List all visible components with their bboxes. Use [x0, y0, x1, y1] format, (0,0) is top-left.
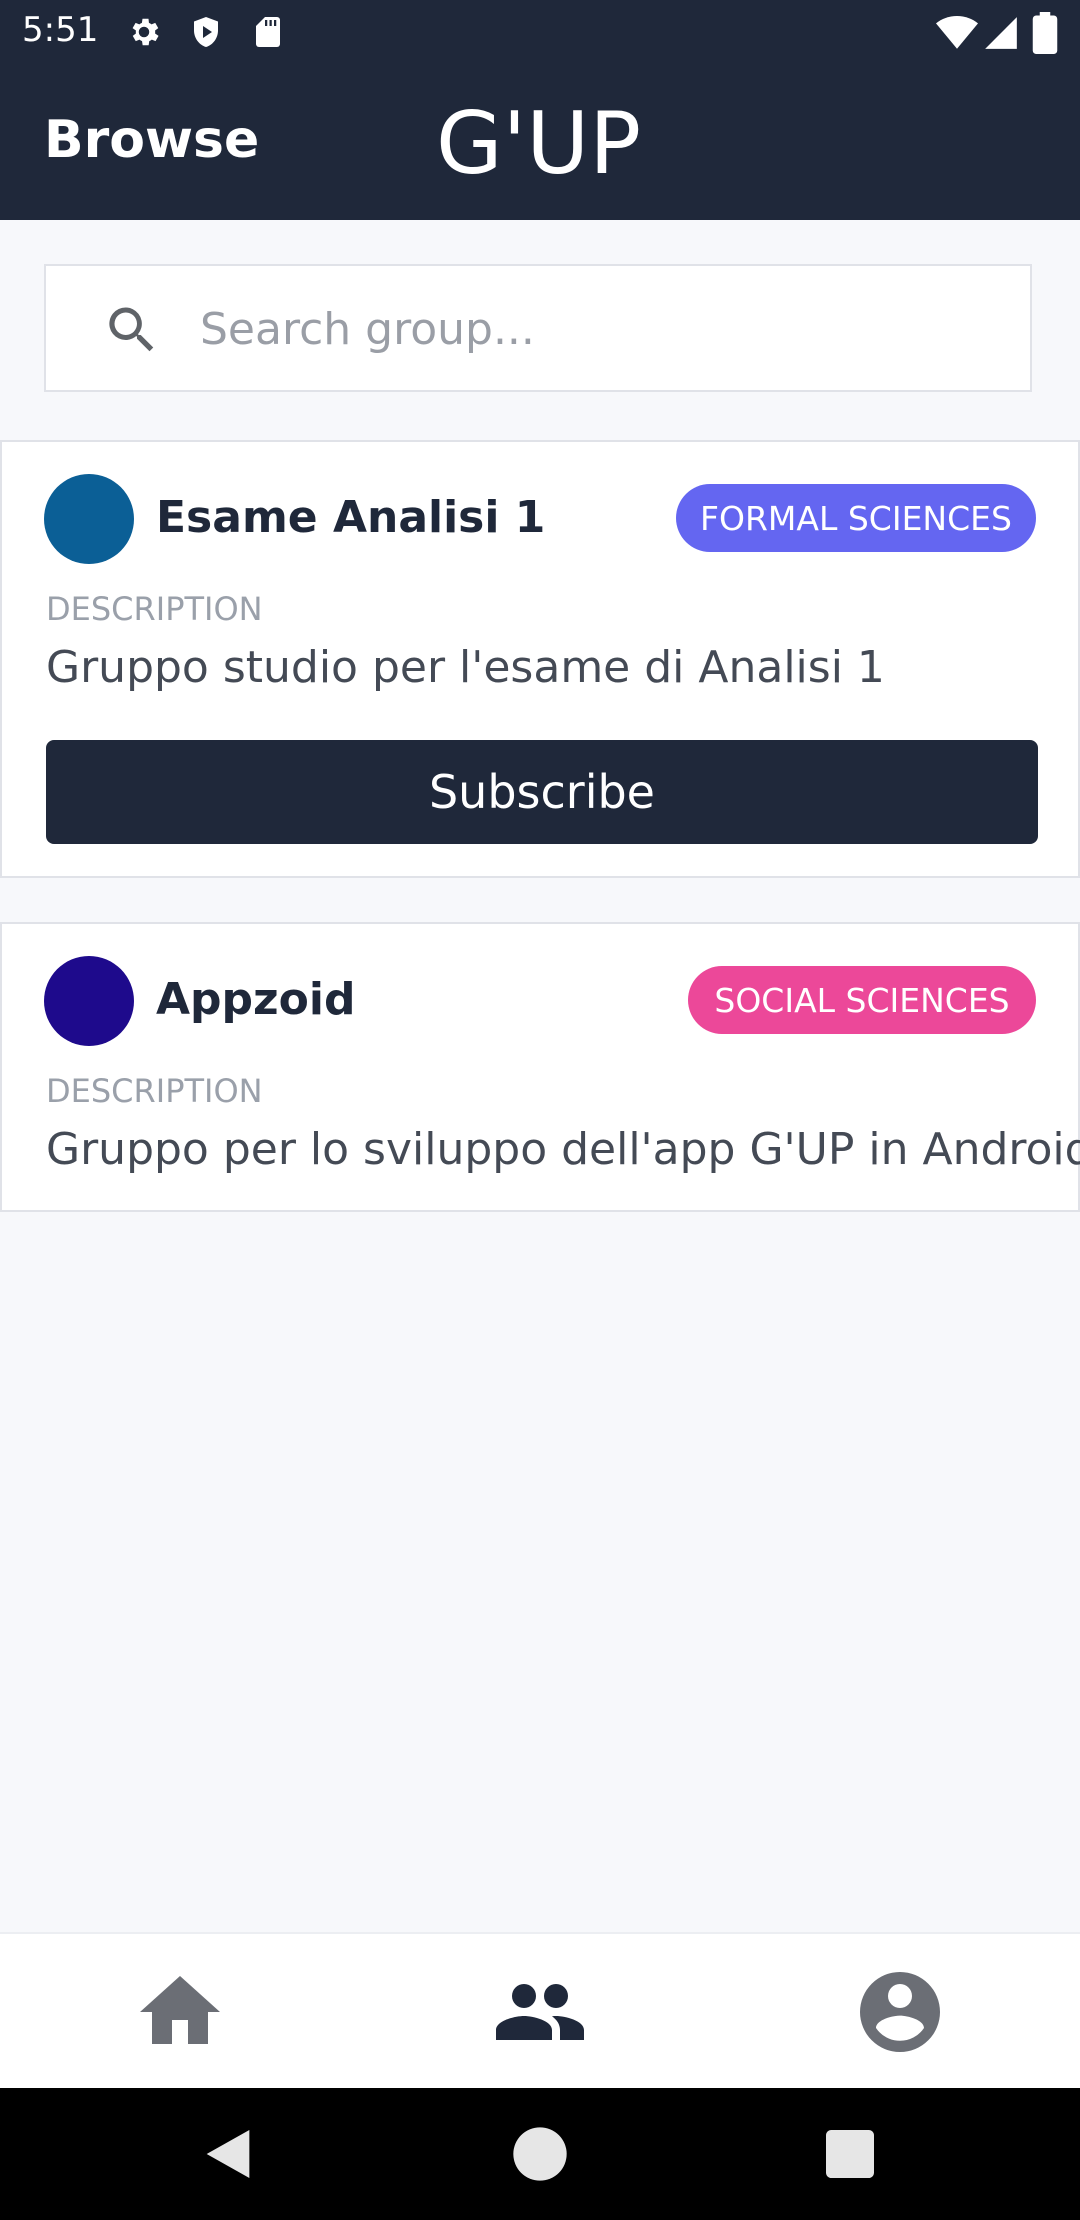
- search-bar[interactable]: [44, 264, 1032, 392]
- subscribe-button[interactable]: Subscribe: [46, 740, 1038, 844]
- group-card[interactable]: Esame Analisi 1 FORMAL SCIENCES DESCRIPT…: [0, 440, 1080, 878]
- sd-card-icon: [256, 17, 280, 47]
- battery-icon: [1032, 12, 1058, 54]
- group-description: Gruppo studio per l'esame di Analisi 1: [46, 642, 885, 693]
- groups-icon[interactable]: [492, 1964, 588, 2060]
- page-title: Browse: [44, 110, 260, 170]
- account-icon[interactable]: [852, 1964, 948, 2060]
- status-time: 5:51: [22, 10, 99, 50]
- avatar: [44, 474, 134, 564]
- group-name: Appzoid: [156, 974, 356, 1025]
- group-name: Esame Analisi 1: [156, 492, 546, 543]
- shield-icon: [194, 17, 218, 47]
- signal-icon: [985, 17, 1017, 49]
- home-button-icon[interactable]: [508, 2122, 572, 2186]
- description-label: DESCRIPTION: [46, 1072, 263, 1110]
- recents-icon[interactable]: [818, 2122, 882, 2186]
- category-badge: SOCIAL SCIENCES: [688, 966, 1036, 1034]
- group-description: Gruppo per lo sviluppo dell'app G'UP in …: [46, 1124, 1080, 1175]
- wifi-icon: [936, 16, 978, 49]
- description-label: DESCRIPTION: [46, 590, 263, 628]
- app-bar: Browse G'UP: [0, 66, 1080, 220]
- group-card[interactable]: Appzoid SOCIAL SCIENCES DESCRIPTION Grup…: [0, 922, 1080, 1212]
- bottom-navigation: [0, 1932, 1080, 2088]
- gear-icon: [132, 18, 159, 46]
- system-navigation-bar: [0, 2088, 1080, 2220]
- search-icon: [109, 307, 154, 352]
- brand-logo: G'UP: [436, 94, 642, 194]
- back-icon[interactable]: [196, 2122, 260, 2186]
- category-badge: FORMAL SCIENCES: [676, 484, 1036, 552]
- home-icon[interactable]: [132, 1964, 228, 2060]
- search-input[interactable]: [198, 290, 1002, 368]
- avatar: [44, 956, 134, 1046]
- status-bar: 5:51: [0, 0, 1080, 66]
